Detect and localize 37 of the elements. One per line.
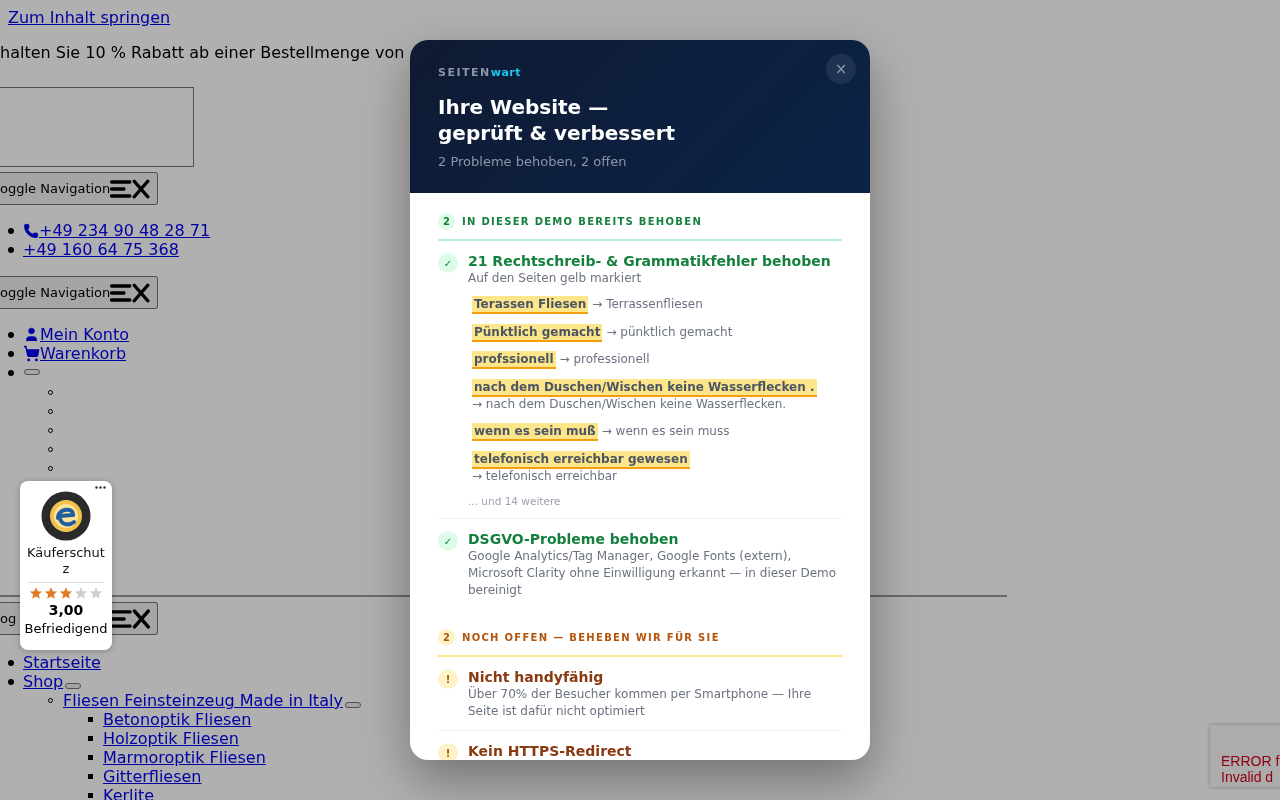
issue-description: Über 70% der Besucher kommen per Smartphone — Ihre Seite ist dafür nicht optimiert bbox=[468, 686, 813, 720]
warning-icon: ! bbox=[438, 743, 458, 760]
check-icon: ✓ bbox=[438, 531, 458, 551]
brand-logo: SEITENwart bbox=[438, 66, 523, 80]
issue-title: 21 Rechtschreib- & Grammatikfehler behoben bbox=[468, 252, 832, 270]
corrected-text: → pünktlich gemacht bbox=[606, 323, 733, 341]
misspelled-text: nach dem Duschen/Wischen keine Wasserflecken . bbox=[472, 378, 817, 397]
misspelled-text: wenn es sein muß bbox=[472, 423, 598, 441]
more-note: ... und 14 weitere bbox=[468, 494, 562, 508]
count-badge: 2 bbox=[438, 213, 455, 230]
rating-label: Befriedigend bbox=[24, 620, 108, 637]
issue-description: Google Analytics/Tag Manager, Google Fonts (extern), Microsoft Clarity ohne Einwilligung erkannt — in dieser Demo bereinigt bbox=[468, 548, 838, 599]
check-icon: ✓ bbox=[438, 253, 458, 273]
corrected-text: → Terrassenfliesen bbox=[592, 296, 703, 313]
rating-score: 3,00 bbox=[48, 601, 84, 619]
error-text: Invalid d bbox=[1221, 769, 1275, 785]
badge-title: Käuferschutz bbox=[26, 545, 106, 577]
count-badge: 2 bbox=[438, 629, 455, 646]
corrected-text: → professionell bbox=[559, 351, 650, 368]
issue-title: Kein HTTPS-Redirect bbox=[468, 742, 633, 760]
misspelled-text: profssionell bbox=[472, 351, 556, 369]
dialog-subtitle: 2 Probleme behoben, 2 offen bbox=[438, 153, 628, 170]
issue-title: DSGVO-Probleme behoben bbox=[468, 530, 680, 548]
section-heading: IN DIESER DEMO BEREITS BEHOBEN bbox=[462, 216, 703, 227]
corrected-text: → nach dem Duschen/Wischen keine Wasserflecken. bbox=[472, 395, 787, 413]
misspelled-text: Pünktlich gemacht bbox=[472, 323, 603, 342]
dialog-title: Ihre Website — geprüft & verbessert bbox=[438, 94, 677, 146]
error-text: ERROR f bbox=[1221, 753, 1280, 769]
warning-icon: ! bbox=[438, 669, 458, 689]
corrected-text: → telefonisch erreichbar bbox=[472, 467, 618, 485]
issue-title: Nicht handyfähig bbox=[468, 668, 605, 686]
corrected-text: → wenn es sein muss bbox=[601, 423, 730, 440]
issue-description: Auf den Seiten gelb markiert bbox=[468, 270, 643, 287]
section-heading: NOCH OFFEN — BEHEBEN WIR FÜR SIE bbox=[462, 632, 720, 643]
misspelled-text: telefonisch erreichbar gewesen bbox=[472, 450, 690, 469]
misspelled-text: Terassen Fliesen bbox=[472, 296, 589, 314]
promo-text: halten Sie 10 % Rabatt ab einer Bestellmenge von bbox=[0, 43, 406, 62]
